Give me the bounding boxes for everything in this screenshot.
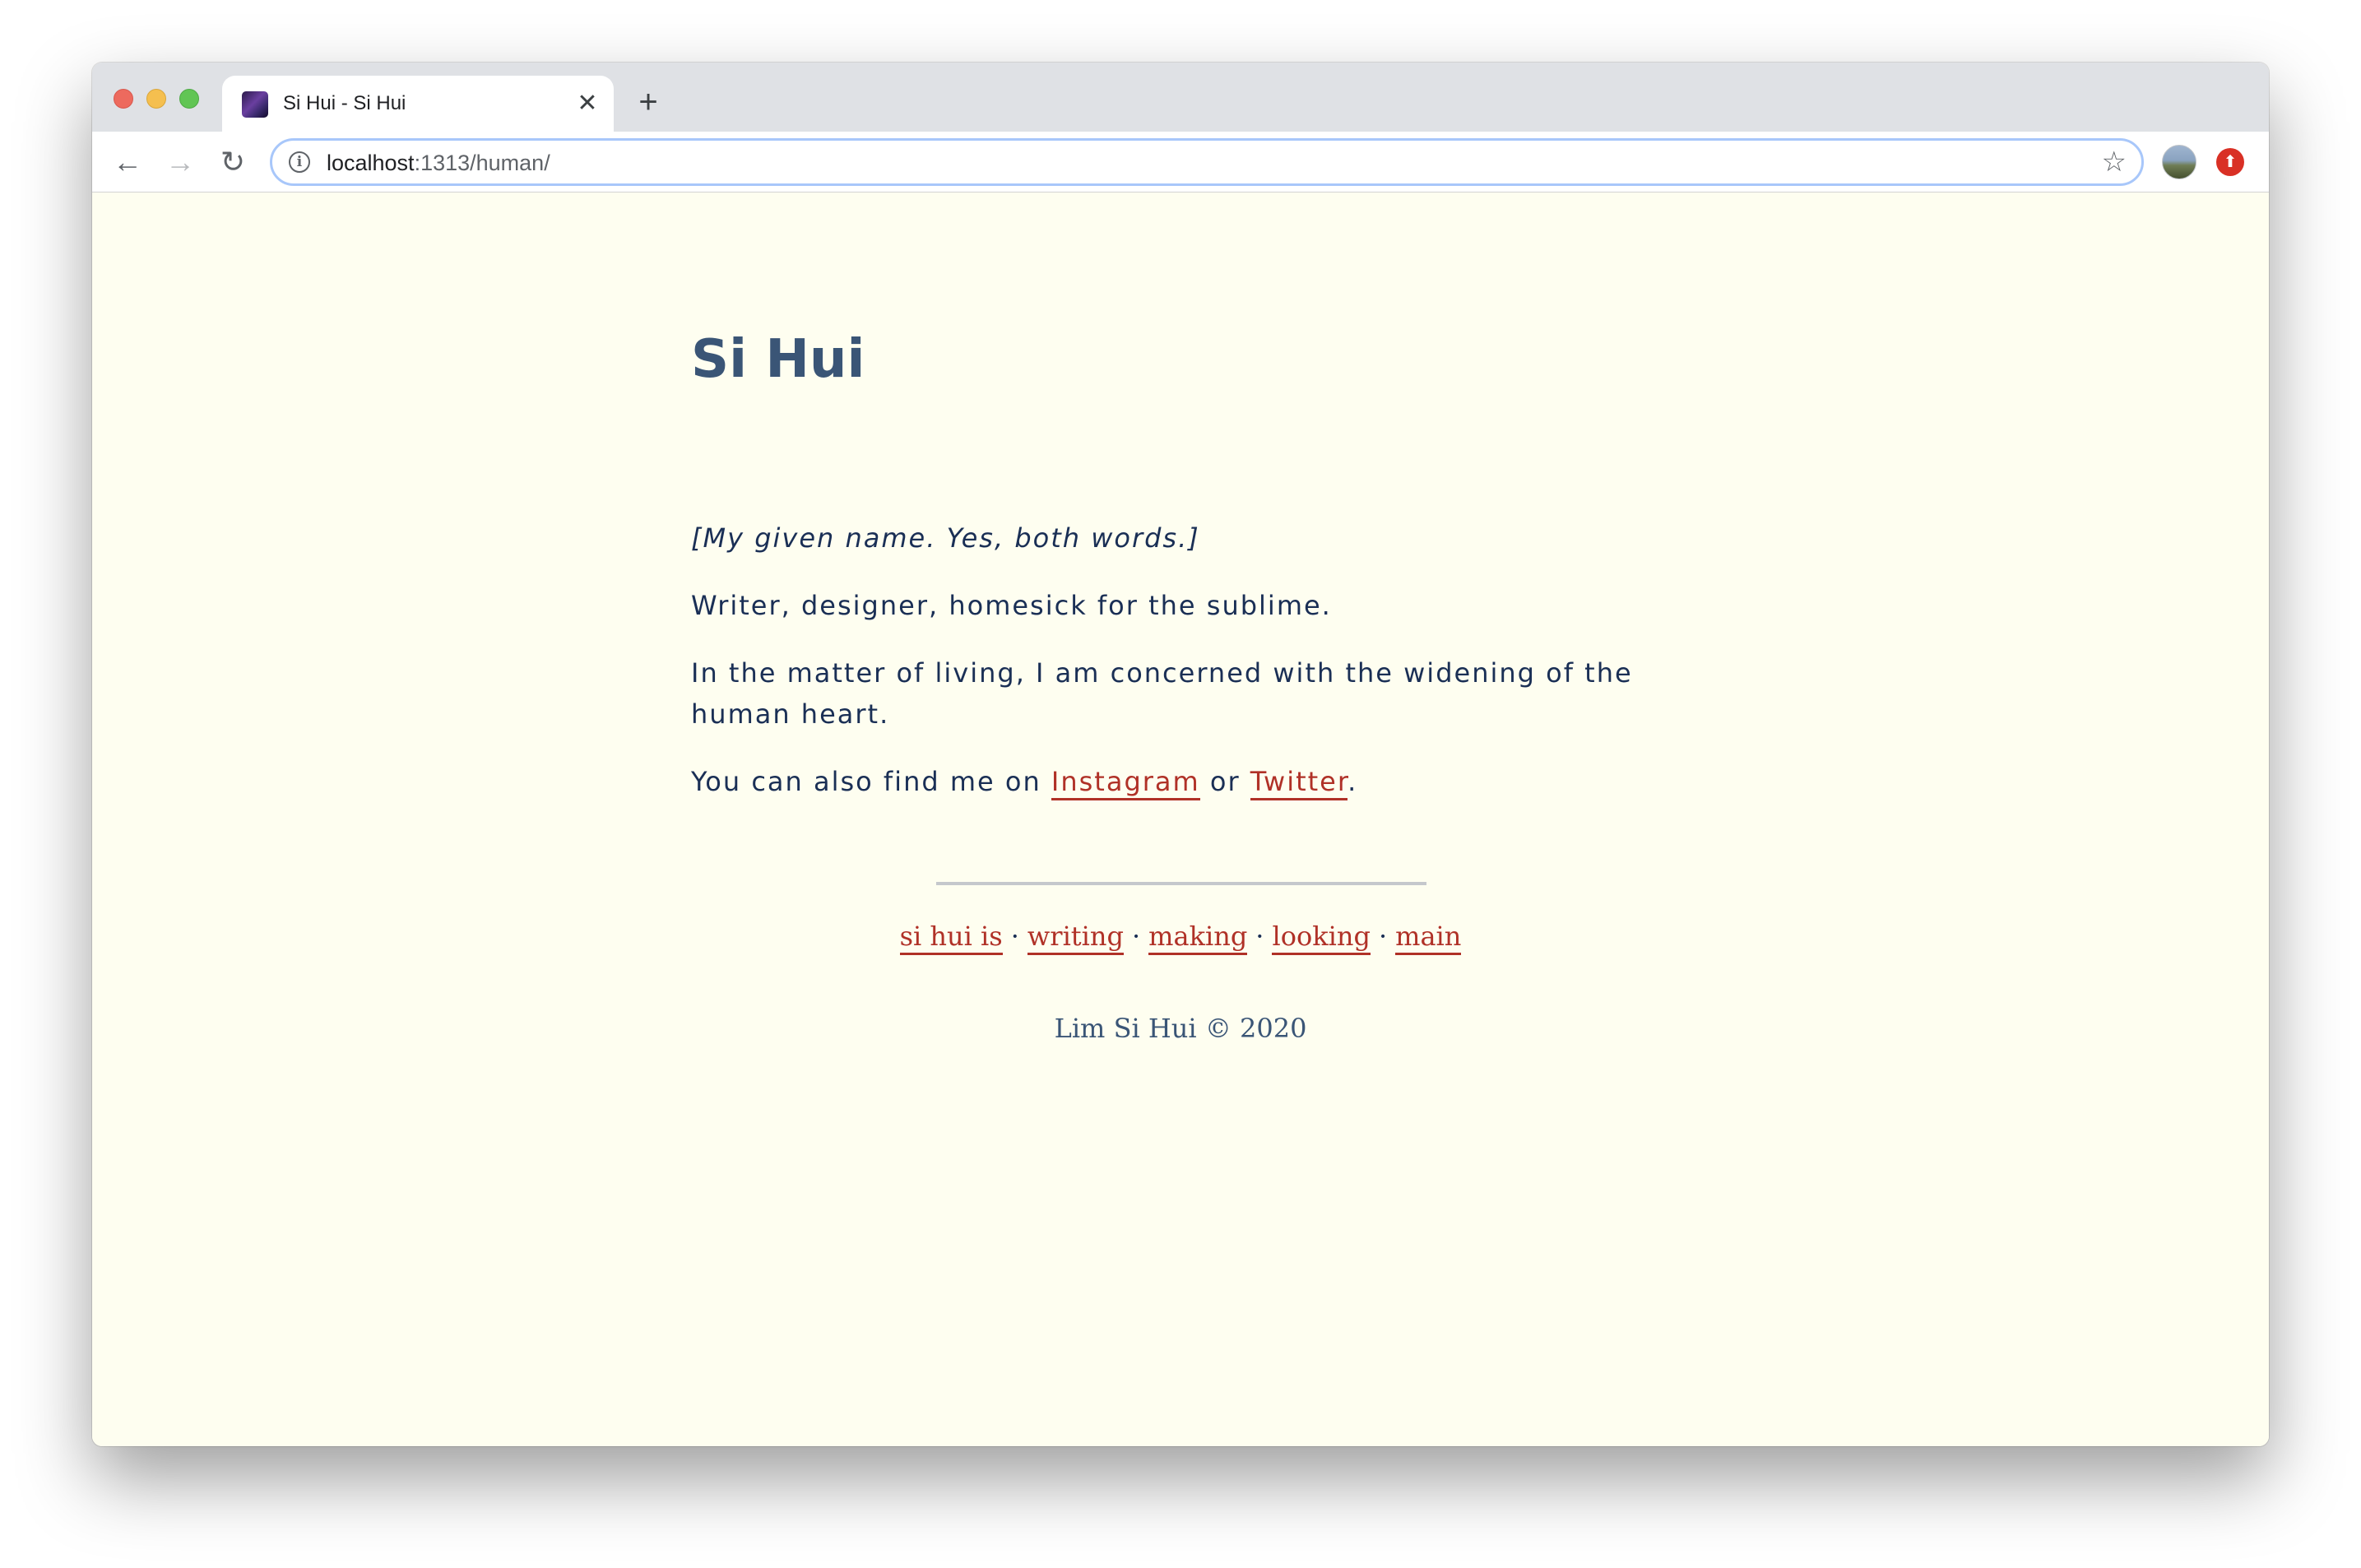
browser-toolbar: ← → ↻ i localhost:1313/human/ ☆ ⬆ [92, 132, 2269, 193]
matter-text: In the matter of living, I am concerned … [691, 657, 1633, 730]
tab-title: Si Hui - Si Hui [283, 92, 406, 114]
browser-window: Si Hui - Si Hui ✕ + ← → ↻ i localhost:13… [92, 63, 2269, 1446]
url-text[interactable]: localhost:1313/human/ [327, 151, 550, 176]
reload-icon[interactable]: ↻ [214, 143, 252, 181]
favicon-icon [242, 91, 268, 118]
forward-arrow-icon[interactable]: → [161, 143, 199, 181]
nav-separator: · [1010, 921, 1019, 952]
bookmark-star-icon[interactable]: ☆ [2102, 146, 2127, 179]
address-bar[interactable]: i localhost:1313/human/ ☆ [270, 138, 2144, 186]
find-me-text: You can also find me on Instagram or Twi… [691, 761, 1695, 802]
info-icon[interactable]: i [289, 151, 310, 173]
new-tab-button[interactable]: + [630, 84, 666, 120]
intro-text: [My given name. Yes, both words.] [691, 522, 1200, 554]
nav-link-writing[interactable]: writing [1027, 921, 1124, 955]
nav-link-main[interactable]: main [1395, 921, 1462, 955]
find-prefix: You can also find me on [691, 766, 1051, 797]
window-maximize-button[interactable] [179, 89, 199, 109]
find-mid: or [1199, 766, 1250, 797]
nav-link-si-hui-is[interactable]: si hui is [899, 921, 1003, 955]
nav-separator: · [1255, 921, 1264, 952]
nav-separator: · [1131, 921, 1141, 952]
nav-separator: · [1378, 921, 1388, 952]
window-close-button[interactable] [114, 89, 133, 109]
footer-nav: si hui is · writing · making · looking · main [92, 916, 2269, 956]
nav-link-looking[interactable]: looking [1272, 921, 1371, 955]
back-arrow-icon[interactable]: ← [109, 143, 146, 181]
extension-icon[interactable]: ⬆ [2216, 148, 2244, 176]
twitter-link[interactable]: Twitter [1250, 766, 1348, 800]
window-minimize-button[interactable] [146, 89, 166, 109]
close-icon[interactable]: ✕ [573, 89, 602, 118]
profile-avatar[interactable] [2162, 145, 2196, 179]
copyright-text: Lim Si Hui © 2020 [1054, 1013, 1307, 1044]
instagram-link[interactable]: Instagram [1051, 766, 1200, 800]
url-path: :1313/human/ [414, 151, 550, 175]
nav-link-making[interactable]: making [1148, 921, 1248, 955]
url-host: localhost [327, 151, 415, 175]
browser-tab[interactable]: Si Hui - Si Hui ✕ [222, 76, 614, 132]
tab-strip: Si Hui - Si Hui ✕ + [92, 63, 2269, 132]
page-title: Si Hui [691, 329, 865, 390]
find-suffix: . [1347, 766, 1358, 797]
page-viewport: Si Hui [My given name. Yes, both words.]… [92, 193, 2269, 1446]
role-text: Writer, designer, homesick for the subli… [691, 590, 1332, 621]
divider [936, 882, 1426, 885]
